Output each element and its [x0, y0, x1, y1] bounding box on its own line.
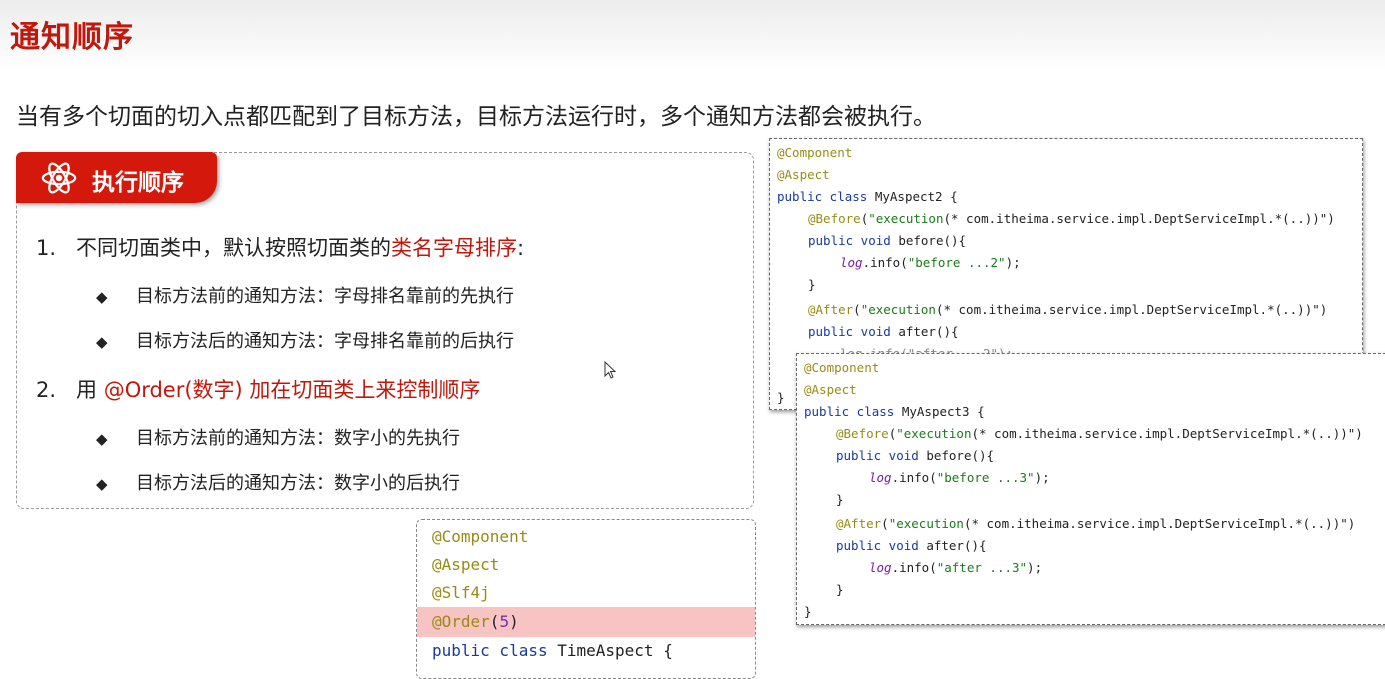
rule-item-1: 1. 不同切面类中，默认按照切面类的类名字母排序:: [36, 236, 525, 260]
code-line: @Before("execution(* com.itheima.service…: [808, 211, 1335, 226]
code-line: log.info("before ...3");: [869, 470, 1050, 485]
code-line: public void before(){: [836, 448, 995, 463]
code-line: }: [777, 390, 785, 405]
code-snippet-myaspect3: @Component @Aspect public class MyAspect…: [796, 353, 1385, 625]
code-line: public class MyAspect2 {: [777, 189, 958, 204]
code-line: public void before(){: [808, 233, 967, 248]
code-line: public void after(){: [836, 538, 987, 553]
bullet-item: ◆ 目标方法后的通知方法：字母排名靠前的后执行: [96, 331, 514, 352]
code-line: @After("execution(* com.itheima.service.…: [836, 516, 1356, 531]
code-line: public class MyAspect3 {: [804, 404, 985, 419]
section-tag-label: 执行顺序: [92, 170, 184, 196]
code-line: @After("execution(* com.itheima.service.…: [808, 302, 1328, 317]
code-line: log.info("after ...3");: [869, 560, 1043, 575]
code-line: @Component: [804, 360, 880, 375]
code-line: @Aspect: [804, 382, 857, 397]
header-band: [0, 0, 1385, 70]
code-line: }: [836, 582, 844, 597]
code-line: @Aspect: [777, 167, 830, 182]
code-snippet-timeaspect: @Component @Aspect @Slf4j @Order(5) publ…: [416, 519, 756, 679]
code-line: @Component: [432, 527, 529, 546]
section-tag: 执行顺序: [16, 152, 217, 203]
code-line: @Slf4j: [432, 583, 490, 602]
code-line: @Before("execution(* com.itheima.service…: [836, 426, 1363, 441]
highlight-text: 类名字母排序: [391, 236, 517, 260]
page-subtitle: 当有多个切面的切入点都匹配到了目标方法，目标方法运行时，多个通知方法都会被执行。: [16, 104, 936, 130]
code-line: }: [804, 604, 812, 619]
code-line: }: [836, 492, 844, 507]
bullet-item: ◆ 目标方法前的通知方法：字母排名靠前的先执行: [96, 286, 514, 307]
code-line: }: [808, 277, 816, 292]
code-line: @Aspect: [432, 555, 500, 574]
code-line: @Component: [777, 145, 853, 160]
code-line: public void after(){: [808, 324, 959, 339]
mouse-cursor-icon: [604, 361, 616, 379]
atom-icon: [41, 162, 77, 194]
rule-item-2: 2. 用 @Order(数字) 加在切面类上来控制顺序: [36, 378, 481, 402]
code-line: log.info("before ...2");: [840, 255, 1021, 270]
bullet-item: ◆ 目标方法前的通知方法：数字小的先执行: [96, 428, 460, 449]
bullet-item: ◆ 目标方法后的通知方法：数字小的后执行: [96, 473, 460, 494]
code-line: @Order(5): [432, 612, 519, 631]
code-line: public class TimeAspect {: [432, 641, 673, 660]
highlight-text: @Order(数字) 加在切面类上来控制顺序: [103, 378, 481, 402]
page-title: 通知顺序: [10, 20, 134, 55]
